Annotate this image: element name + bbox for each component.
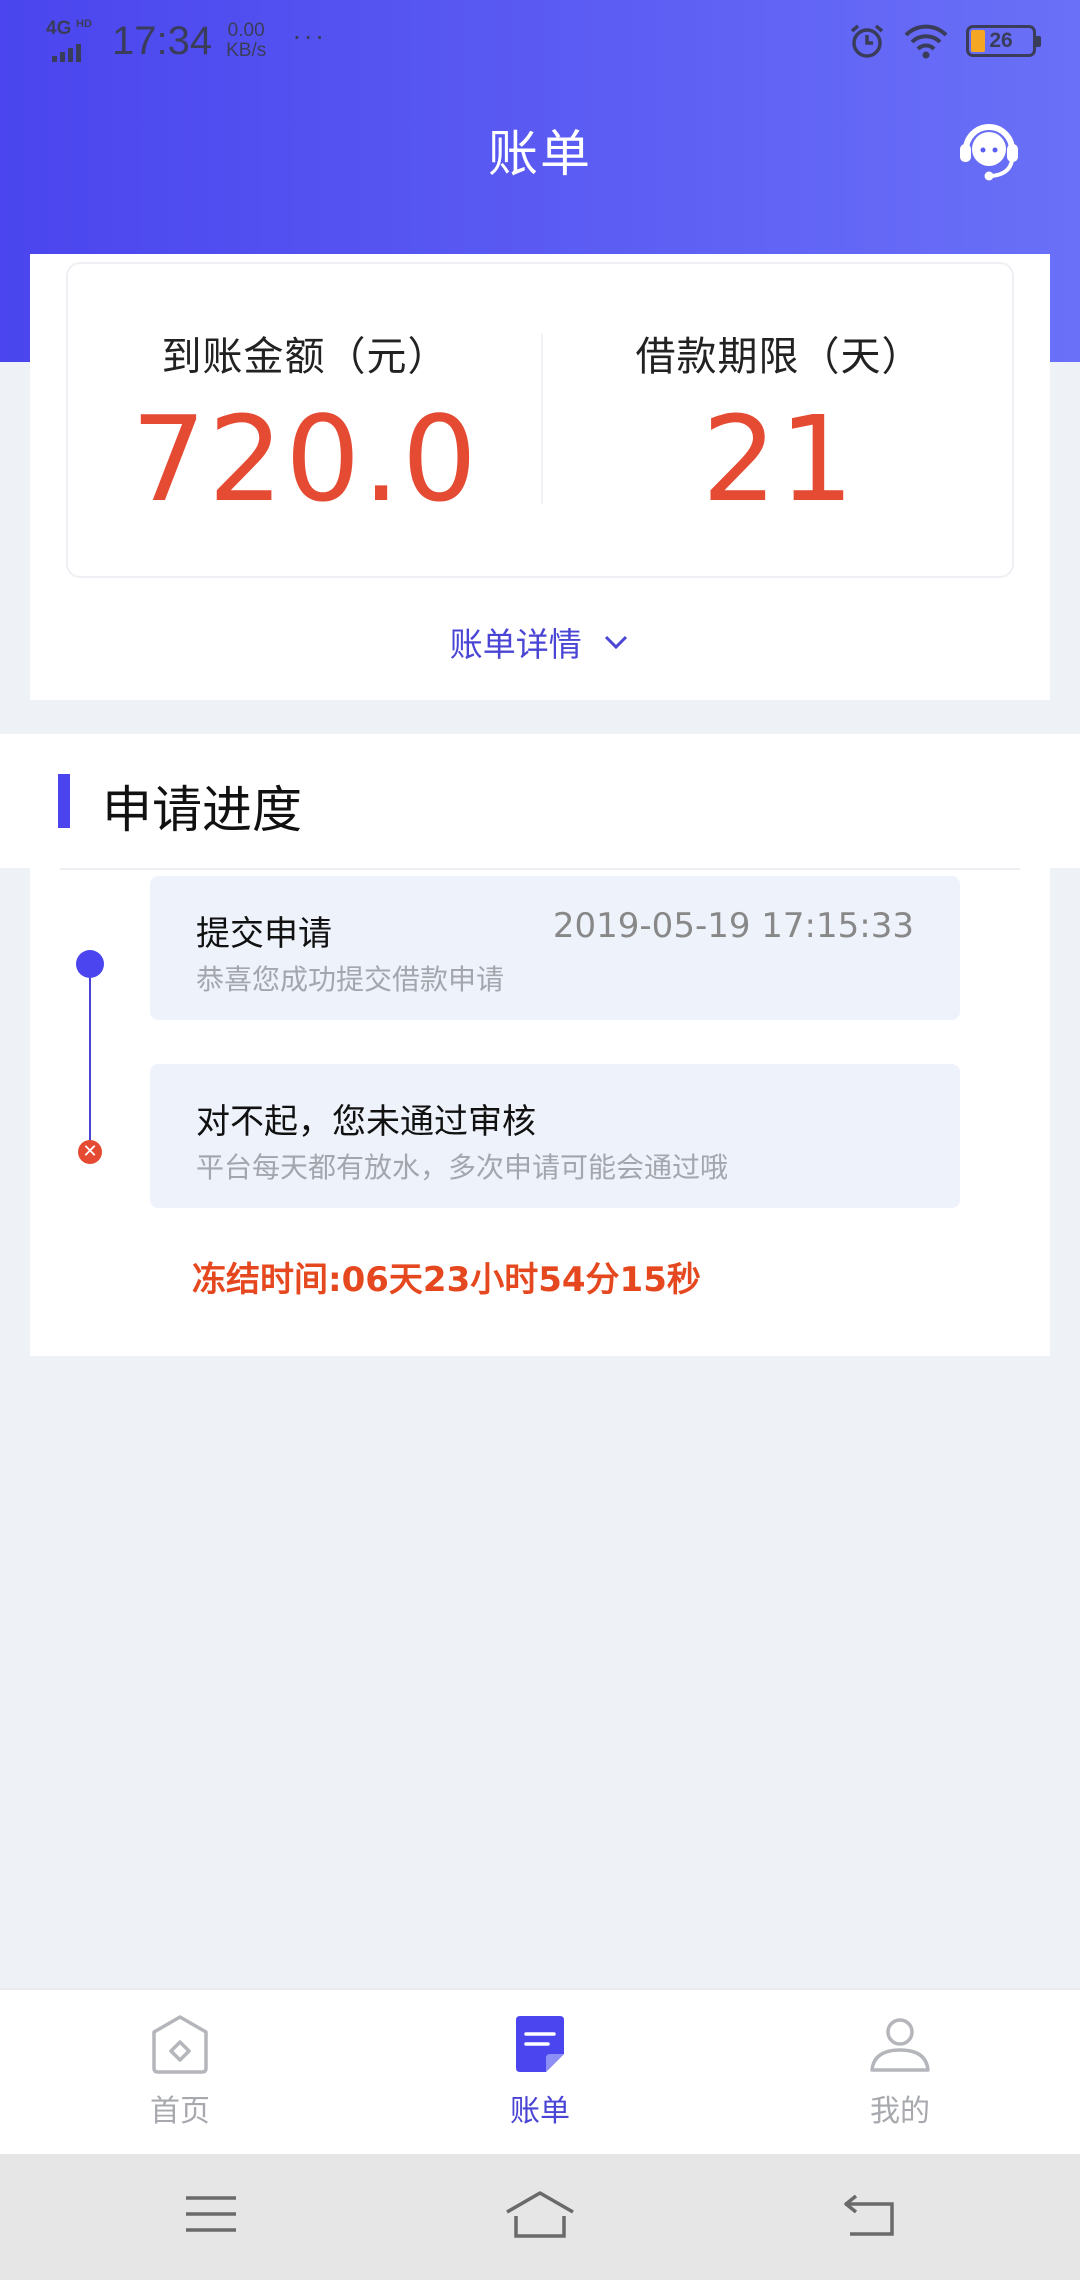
net-speed-unit: KB/s xyxy=(226,40,267,61)
more-notifications-icon: ··· xyxy=(292,20,327,51)
network-type: 4G xyxy=(46,18,72,39)
tab-home-label: 首页 xyxy=(150,2094,210,2129)
amount-box: 到账金额（元） 720.0 借款期限（天） 21 xyxy=(66,262,1014,578)
system-navigation-bar xyxy=(0,2154,1080,2280)
step-desc: 恭喜您成功提交借款申请 xyxy=(196,963,505,996)
back-icon[interactable] xyxy=(842,2190,896,2238)
home-nav-icon[interactable] xyxy=(504,2190,576,2240)
section-accent-bar xyxy=(58,774,70,828)
progress-section-header: 申请进度 xyxy=(0,734,1080,868)
status-bar: 4G HD 17:34 0.00 KB/s ··· 26 xyxy=(0,0,1080,84)
menu-icon[interactable] xyxy=(184,2190,238,2238)
step-rejected-x-icon: ✕ xyxy=(78,1140,102,1164)
step-title: 提交申请 xyxy=(196,914,332,954)
tab-home[interactable]: 首页 xyxy=(80,2012,280,2130)
bill-icon xyxy=(516,2016,564,2072)
loan-summary-card: 到账金额（元） 720.0 借款期限（天） 21 账单详情 xyxy=(30,254,1050,700)
chevron-down-icon xyxy=(605,635,628,650)
tab-mine[interactable]: 我的 xyxy=(800,2012,1000,2130)
net-speed-value: 0.00 xyxy=(227,20,265,41)
signal-icon: 4G HD xyxy=(46,16,96,66)
term-value: 21 xyxy=(701,390,857,528)
customer-service-icon[interactable] xyxy=(956,116,1022,182)
page-title: 账单 xyxy=(488,125,592,183)
alarm-icon xyxy=(850,24,884,58)
step-done-dot-icon xyxy=(76,950,104,978)
amount-column: 到账金额（元） 720.0 xyxy=(68,324,542,518)
step-card-submitted: 提交申请 2019-05-19 17:15:33 恭喜您成功提交借款申请 xyxy=(150,876,960,1020)
status-right: 26 xyxy=(848,22,1041,60)
bill-detail-link[interactable]: 账单详情 xyxy=(30,618,1050,666)
timeline-line xyxy=(89,964,91,1152)
separator xyxy=(60,868,1020,870)
freeze-countdown: 冻结时间:06天23小时54分15秒 xyxy=(192,1260,701,1300)
step-card-rejected: 对不起，您未通过审核 平台每天都有放水，多次申请可能会通过哦 xyxy=(150,1064,960,1208)
user-icon xyxy=(870,2018,930,2072)
step-title: 对不起，您未通过审核 xyxy=(196,1102,536,1142)
step-time: 2019-05-19 17:15:33 xyxy=(552,906,914,946)
progress-title: 申请进度 xyxy=(102,781,302,839)
status-left: 4G HD 17:34 0.00 KB/s ··· xyxy=(46,16,326,66)
battery-icon: 26 xyxy=(966,25,1041,57)
term-column: 借款期限（天） 21 xyxy=(542,324,1016,518)
status-time: 17:34 xyxy=(112,18,213,63)
amount-label: 到账金额（元） xyxy=(161,334,449,380)
battery-level: 26 xyxy=(989,29,1013,52)
tab-bills[interactable]: 账单 xyxy=(440,2012,640,2130)
progress-timeline: ✕ 提交申请 2019-05-19 17:15:33 恭喜您成功提交借款申请 对… xyxy=(30,868,1050,1356)
step-desc: 平台每天都有放水，多次申请可能会通过哦 xyxy=(196,1151,729,1184)
amount-value: 720.0 xyxy=(131,390,479,528)
home-icon xyxy=(152,2015,208,2074)
network-hd: HD xyxy=(76,18,92,30)
net-speed: 0.00 KB/s xyxy=(226,21,266,61)
bill-detail-label: 账单详情 xyxy=(449,625,582,664)
wifi-icon xyxy=(904,24,948,59)
tab-mine-label: 我的 xyxy=(870,2094,930,2129)
tab-bills-label: 账单 xyxy=(510,2094,570,2129)
bottom-tab-bar: 首页 账单 我的 xyxy=(0,1988,1080,2154)
term-label: 借款期限（天） xyxy=(635,334,923,380)
